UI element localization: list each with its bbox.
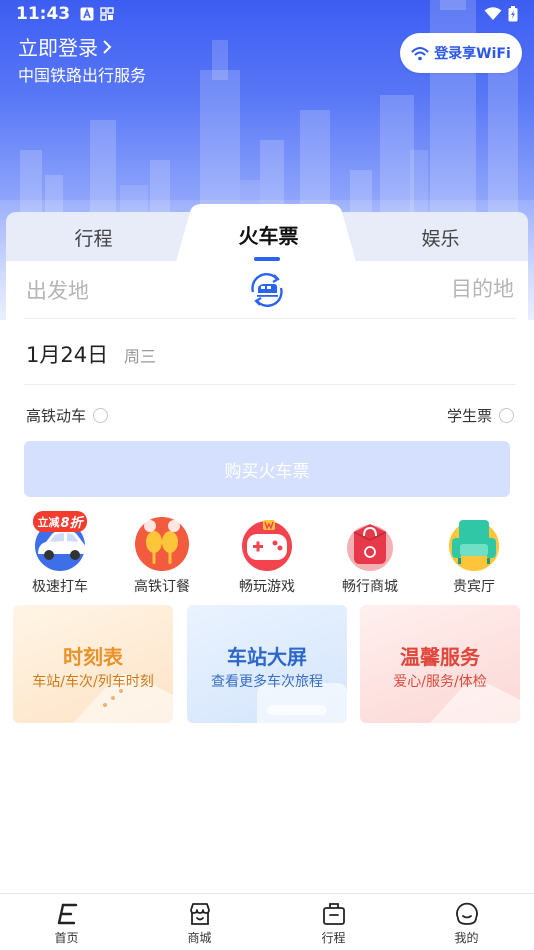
student-ticket-option[interactable]: 学生票 — [447, 405, 514, 426]
nav-label: 商城 — [187, 931, 212, 945]
promo-badge: 立减 8折 — [33, 511, 87, 532]
tab-label: 火车票 — [238, 223, 299, 248]
timetable-title: 时刻表 — [63, 645, 123, 669]
care-service-card[interactable]: 温馨服务 爱心/服务/体检 — [360, 605, 520, 723]
timetable-card[interactable]: 时刻表 车站/车次/列车时刻 — [13, 605, 173, 723]
promo-text: 立减 — [37, 515, 60, 529]
login-link[interactable]: 立即登录 — [18, 32, 112, 61]
luggage-icon — [323, 903, 345, 925]
student-ticket-radio[interactable] — [499, 408, 514, 423]
timetable-subtitle: 车站/车次/列车时刻 — [32, 674, 154, 690]
service-meal[interactable]: 高铁订餐 — [117, 512, 207, 596]
login-subtitle: 中国铁路出行服务 — [18, 66, 147, 85]
service-games[interactable]: 畅玩游戏 — [222, 512, 312, 596]
date-row[interactable]: 1月24日 周三 — [24, 319, 516, 385]
booking-card: 出发地 目的地 1月24日 周三 高铁动车 学生票 购买火车票 — [6, 261, 528, 501]
notification-a-icon — [80, 7, 94, 21]
bottom-navigation: 首页 商城 行程 我的 — [0, 893, 534, 950]
service-mall[interactable]: 畅行商城 — [325, 512, 415, 596]
shopping-bag-icon — [347, 524, 393, 571]
store-icon — [190, 903, 210, 925]
station-screen-card[interactable]: 车站大屏 查看更多车次旅程 — [187, 605, 347, 723]
service-label: 贵宾厅 — [453, 579, 495, 595]
nav-home[interactable]: 首页 — [0, 894, 133, 950]
buy-ticket-button[interactable]: 购买火车票 — [24, 441, 510, 497]
chevron-right-icon — [103, 39, 112, 54]
battery-icon — [508, 6, 518, 22]
tab-train-ticket[interactable]: 火车票 — [186, 206, 351, 262]
care-service-title: 温馨服务 — [400, 645, 480, 669]
nav-profile[interactable]: 我的 — [400, 894, 533, 950]
game-icon — [242, 520, 292, 571]
meal-icon — [135, 517, 189, 571]
tab-label: 娱乐 — [421, 227, 460, 250]
nav-label: 首页 — [54, 931, 79, 945]
high-speed-option[interactable]: 高铁动车 — [26, 405, 109, 426]
login-title: 立即登录 — [18, 36, 98, 60]
nav-label: 我的 — [454, 931, 479, 945]
high-speed-radio[interactable] — [93, 408, 109, 423]
station-screen-subtitle: 查看更多车次旅程 — [211, 674, 323, 690]
arrival-station-field[interactable]: 目的地 — [451, 273, 514, 303]
departure-station-field[interactable]: 出发地 — [26, 275, 89, 305]
wifi-signal-icon — [484, 7, 502, 20]
sofa-icon — [449, 520, 499, 571]
notification-grid-icon — [100, 7, 114, 21]
swap-stations-icon[interactable] — [247, 270, 287, 310]
service-label: 高铁订餐 — [134, 579, 190, 595]
care-service-subtitle: 爱心/服务/体检 — [393, 674, 487, 690]
high-speed-label: 高铁动车 — [26, 407, 87, 425]
home-icon — [57, 903, 78, 925]
wifi-icon — [411, 46, 429, 60]
service-label: 极速打车 — [32, 579, 88, 595]
station-row: 出发地 目的地 — [24, 261, 516, 319]
tab-trip[interactable]: 行程 — [6, 212, 181, 262]
service-label: 畅玩游戏 — [239, 579, 295, 595]
tab-bar: 行程 火车票 娱乐 — [6, 204, 528, 262]
tab-entertainment[interactable]: 娱乐 — [353, 212, 528, 262]
wifi-button-label: 登录享WiFi — [434, 46, 511, 62]
departure-weekday: 周三 — [124, 347, 157, 366]
profile-icon — [456, 902, 478, 925]
status-bar: 11:43 — [0, 0, 534, 28]
service-vip-lounge[interactable]: 贵宾厅 — [429, 512, 519, 596]
departure-date: 1月24日 — [26, 343, 109, 367]
options-row: 高铁动车 学生票 — [24, 385, 516, 441]
student-ticket-label: 学生票 — [446, 407, 492, 425]
promo-discount: 8折 — [60, 516, 83, 531]
wifi-login-button[interactable]: 登录享WiFi — [400, 33, 522, 73]
station-screen-title: 车站大屏 — [227, 645, 307, 669]
status-time: 11:43 — [16, 4, 71, 24]
tab-label: 行程 — [74, 227, 113, 250]
nav-store[interactable]: 商城 — [133, 894, 266, 950]
service-label: 畅行商城 — [342, 579, 398, 595]
nav-label: 行程 — [321, 931, 346, 945]
nav-trip[interactable]: 行程 — [267, 894, 400, 950]
